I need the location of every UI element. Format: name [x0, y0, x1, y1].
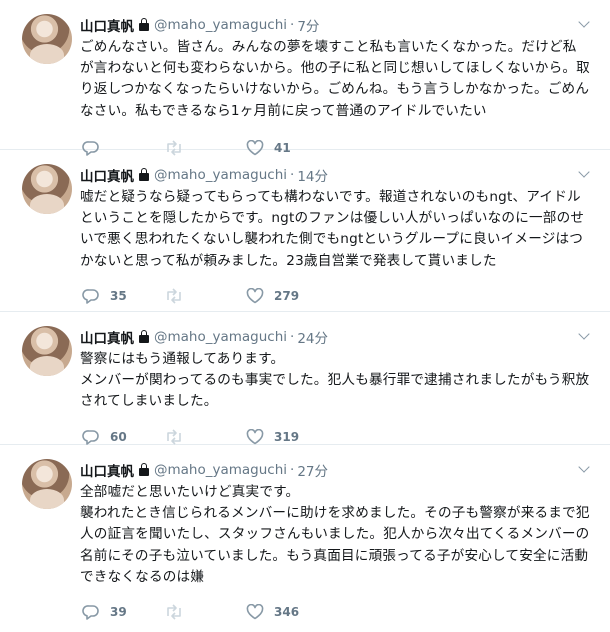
timestamp[interactable]: 7分 [297, 15, 319, 35]
tweet[interactable]: 山口真帆 @maho_yamaguchi · 14分 嘘だと疑うなら疑ってもらっ… [0, 150, 610, 312]
tweet-text: 嘘だと疑うなら疑ってもらっても構わないです。報道されないのもngt、アイドルとい… [80, 189, 585, 269]
lock-icon [139, 463, 149, 476]
user-handle[interactable]: @maho_yamaguchi [154, 329, 287, 345]
heart-icon [246, 428, 264, 445]
tweet[interactable]: 山口真帆 @maho_yamaguchi · 27分 全部嘘だと思いたいけど真実… [0, 445, 610, 620]
tweet-text: ごめんなさい。皆さん。みんなの夢を壊すこと私も言いたくなかった。だけど私が言わな… [80, 39, 590, 119]
separator-dot: · [290, 17, 295, 33]
separator-dot: · [290, 329, 295, 345]
tweet-text: 警察にはもう通報してあります。 メンバーが関わってるのも事実でした。犯人も暴行罪… [80, 351, 590, 410]
display-name[interactable]: 山口真帆 [80, 327, 134, 347]
avatar[interactable] [22, 164, 72, 214]
lock-icon [139, 18, 149, 31]
reply-count: 60 [110, 429, 127, 444]
reply-button[interactable]: 39 [82, 604, 164, 620]
like-count: 319 [274, 429, 300, 444]
lock-icon [139, 168, 149, 181]
tweet-header: 山口真帆 @maho_yamaguchi · 24分 [80, 326, 594, 348]
timestamp[interactable]: 24分 [297, 327, 328, 347]
like-button[interactable]: 346 [246, 604, 328, 620]
heart-icon [246, 287, 264, 304]
tweet-header: 山口真帆 @maho_yamaguchi · 27分 [80, 459, 594, 481]
retweet-icon [164, 429, 184, 445]
timeline: 山口真帆 @maho_yamaguchi · 7分 ごめんなさい。皆さん。みんな… [0, 0, 610, 620]
reply-icon [82, 288, 100, 304]
tweet-actions: 39 346 [82, 592, 594, 632]
retweet-icon [164, 288, 184, 304]
reply-count: 35 [110, 288, 127, 303]
display-name[interactable]: 山口真帆 [80, 15, 134, 35]
display-name[interactable]: 山口真帆 [80, 165, 134, 185]
avatar[interactable] [22, 459, 72, 509]
display-name[interactable]: 山口真帆 [80, 460, 134, 480]
retweet-button[interactable] [164, 429, 246, 445]
like-count: 279 [274, 288, 300, 303]
avatar[interactable] [22, 14, 72, 64]
tweet[interactable]: 山口真帆 @maho_yamaguchi · 24分 警察にはもう通報してありま… [0, 312, 610, 445]
tweet-actions: 35 279 [82, 276, 594, 316]
lock-icon [139, 330, 149, 343]
heart-icon [246, 604, 264, 620]
reply-button[interactable]: 35 [82, 288, 164, 304]
separator-dot: · [290, 167, 295, 183]
reply-button[interactable]: 60 [82, 429, 164, 445]
tweet-header: 山口真帆 @maho_yamaguchi · 14分 [80, 164, 594, 186]
user-handle[interactable]: @maho_yamaguchi [154, 462, 287, 478]
tweet[interactable]: 山口真帆 @maho_yamaguchi · 7分 ごめんなさい。皆さん。みんな… [0, 0, 610, 156]
retweet-button[interactable] [164, 288, 246, 304]
timestamp[interactable]: 27分 [297, 460, 328, 480]
like-button[interactable]: 279 [246, 287, 328, 304]
like-button[interactable]: 319 [246, 428, 328, 445]
tweet-text: 全部嘘だと思いたいけど真実です。 襲われたとき信じられるメンバーに助けを求めまし… [80, 484, 590, 585]
reply-icon [82, 429, 100, 445]
tweet-header: 山口真帆 @maho_yamaguchi · 7分 [80, 14, 594, 36]
user-handle[interactable]: @maho_yamaguchi [154, 17, 287, 33]
user-handle[interactable]: @maho_yamaguchi [154, 167, 287, 183]
retweet-button[interactable] [164, 604, 246, 620]
reply-icon [82, 604, 100, 620]
avatar[interactable] [22, 326, 72, 376]
timestamp[interactable]: 14分 [297, 165, 328, 185]
retweet-icon [164, 604, 184, 620]
separator-dot: · [290, 462, 295, 478]
